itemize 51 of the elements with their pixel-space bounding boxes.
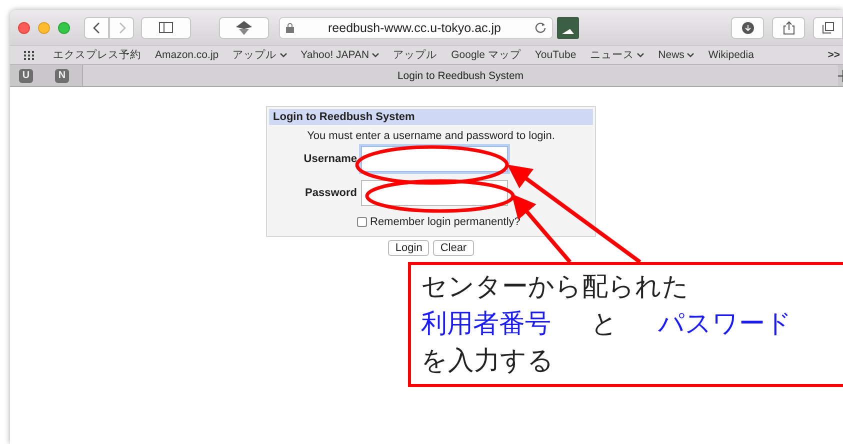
bookmark-link[interactable]: Yahoo! JAPAN <box>300 49 370 61</box>
highlighted-text: パスワード <box>658 308 792 341</box>
bookmark-link[interactable]: ニュース <box>590 48 634 62</box>
share-button[interactable] <box>772 16 805 38</box>
pinned-tab[interactable]: N <box>55 68 69 82</box>
extension-button[interactable] <box>219 16 269 38</box>
screen-share-icon[interactable] <box>557 16 579 38</box>
bookmark-link[interactable]: Amazon.co.jp <box>155 49 219 61</box>
address-bar[interactable]: reedbush-www.cc.u-tokyo.ac.jp <box>279 16 553 38</box>
bookmark-link[interactable]: Google マップ <box>451 48 521 62</box>
sidebar-button[interactable] <box>141 16 191 38</box>
login-message: You must enter a username and password to login. <box>306 130 556 142</box>
tab-overview-button[interactable] <box>813 16 843 38</box>
bookmarks-overflow-button[interactable]: >> <box>828 49 840 61</box>
field-label: Password <box>304 187 357 199</box>
close-button[interactable] <box>18 22 30 34</box>
chevron-right-icon <box>118 22 126 34</box>
panel-title: Login to Reedbush System <box>269 109 593 125</box>
chevron-left-icon <box>92 22 100 34</box>
download-button[interactable] <box>731 16 764 38</box>
lock-icon <box>286 22 294 32</box>
highlighted-text: 利用者番号 <box>421 308 551 341</box>
chevron-icon[interactable] <box>280 52 287 58</box>
grid-icon[interactable] <box>24 50 35 60</box>
tabs-icon <box>822 22 834 34</box>
chevron-icon[interactable] <box>687 52 694 58</box>
download-icon <box>742 22 754 34</box>
bookmark-link[interactable]: YouTube <box>534 49 576 61</box>
chevron-icon[interactable] <box>637 52 644 58</box>
bookmark-link[interactable]: エクスプレス予約 <box>53 48 141 62</box>
pinned-tab[interactable]: U <box>19 68 33 82</box>
bookmark-link[interactable]: アップル <box>393 48 438 62</box>
remember-checkbox[interactable] <box>357 217 367 227</box>
bookmark-link[interactable]: アップル <box>232 48 277 62</box>
form-button[interactable]: Login <box>388 240 430 256</box>
bookmark-link[interactable]: Wikipedia <box>708 49 754 61</box>
reload-icon[interactable] <box>535 22 546 33</box>
share-icon <box>782 20 794 34</box>
back-button[interactable] <box>84 16 109 38</box>
bookmark-link[interactable]: News <box>658 49 684 61</box>
callout-text: を入力する <box>421 345 554 378</box>
form-button[interactable]: Clear <box>433 240 474 256</box>
sidebar-icon <box>159 22 173 33</box>
diamond-icon <box>236 20 252 34</box>
checkbox-label: Remember login permanently? <box>370 216 520 228</box>
callout-text: センターから配られた <box>421 271 689 304</box>
new-tab-icon[interactable] <box>838 70 843 82</box>
browser-tab[interactable]: Login to Reedbush System <box>82 65 838 86</box>
callout-text: と <box>591 308 618 341</box>
chevron-icon[interactable] <box>372 52 380 58</box>
field-label: Username <box>302 153 357 165</box>
